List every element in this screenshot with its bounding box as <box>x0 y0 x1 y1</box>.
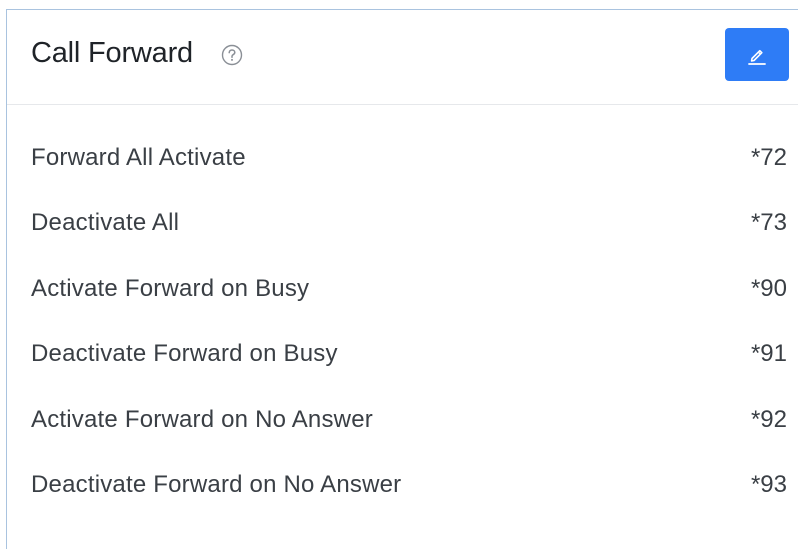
edit-button[interactable] <box>725 28 789 81</box>
feature-code: *72 <box>750 144 787 171</box>
call-forward-card: Call Forward Forward All Activate *72 De… <box>6 9 798 549</box>
list-item: Activate Forward on No Answer *92 <box>7 392 798 457</box>
feature-code: *73 <box>750 209 787 237</box>
feature-label: Deactivate All <box>31 209 180 237</box>
feature-label: Deactivate Forward on No Answer <box>31 470 402 498</box>
feature-label: Forward All Activate <box>31 144 246 171</box>
list-item: Forward All Activate *72 <box>7 130 798 195</box>
pencil-icon <box>748 49 766 65</box>
list-item: Activate Forward on Busy *90 <box>7 261 798 326</box>
feature-code: *92 <box>750 405 787 433</box>
card-header: Call Forward <box>7 10 798 105</box>
feature-label: Activate Forward on Busy <box>31 274 310 302</box>
feature-code: *90 <box>750 274 787 302</box>
feature-code-list: Forward All Activate *72 Deactivate All … <box>7 130 798 522</box>
feature-code: *91 <box>750 340 787 368</box>
question-circle-icon[interactable] <box>221 44 243 66</box>
feature-label: Deactivate Forward on Busy <box>31 340 338 368</box>
card-title: Call Forward <box>31 37 193 69</box>
list-item: Deactivate All *73 <box>7 195 798 260</box>
list-item: Deactivate Forward on Busy *91 <box>7 326 798 391</box>
feature-label: Activate Forward on No Answer <box>31 405 373 433</box>
list-item: Deactivate Forward on No Answer *93 <box>7 457 798 522</box>
feature-code: *93 <box>750 470 787 498</box>
